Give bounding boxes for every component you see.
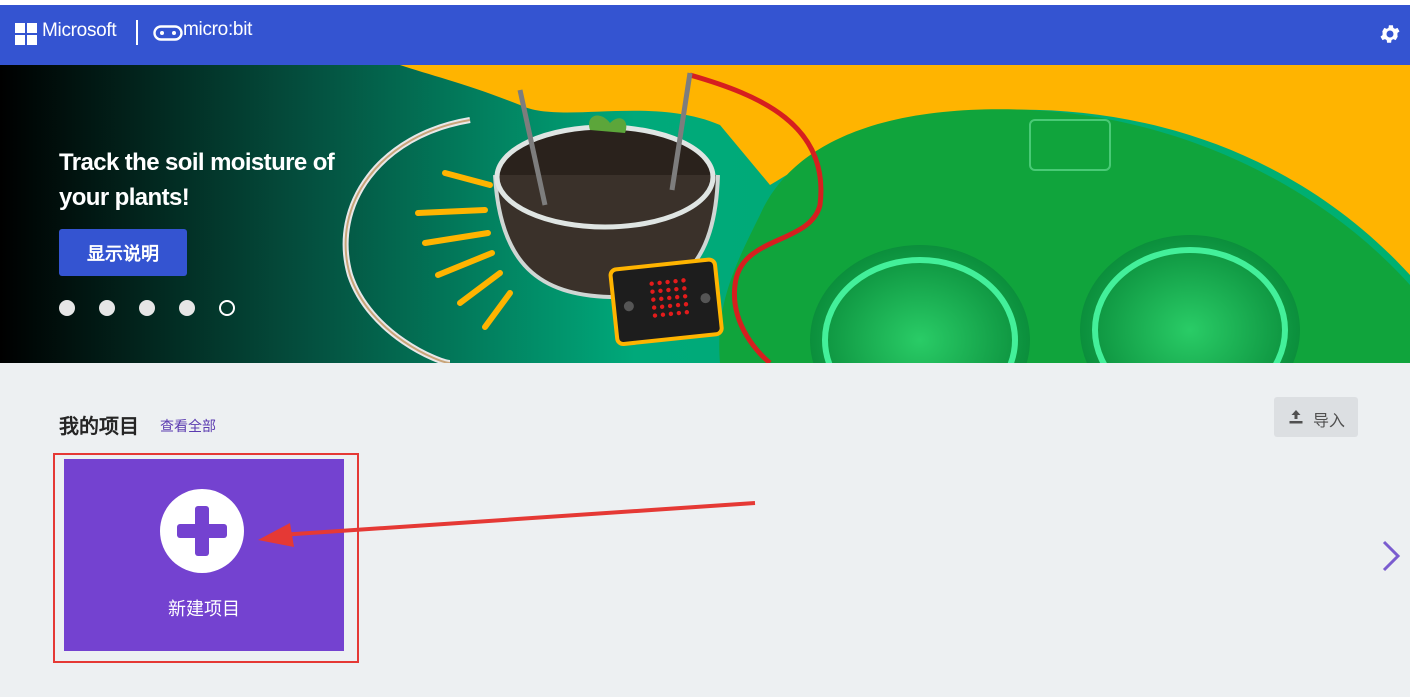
- import-button[interactable]: 导入: [1274, 397, 1358, 437]
- carousel-dot-4[interactable]: [179, 300, 195, 316]
- plus-icon: [160, 489, 244, 573]
- gear-icon[interactable]: [1378, 22, 1402, 46]
- carousel-dot-5[interactable]: [219, 300, 235, 316]
- top-header: Microsoft micro:bit: [0, 5, 1410, 65]
- hero-banner: Track the soil moisture of your plants! …: [0, 65, 1410, 363]
- my-projects-title: 我的项目: [59, 414, 139, 438]
- carousel-dot-1[interactable]: [59, 300, 75, 316]
- microsoft-logo-icon: [15, 23, 37, 45]
- carousel-dot-2[interactable]: [99, 300, 115, 316]
- upload-icon: [1289, 410, 1303, 424]
- microsoft-brand: Microsoft: [42, 20, 117, 41]
- import-label: 导入: [1313, 411, 1346, 430]
- header-divider: [136, 20, 138, 45]
- microbit-brand[interactable]: micro:bit: [183, 19, 252, 41]
- carousel-dot-3[interactable]: [139, 300, 155, 316]
- annotation-arrow: [258, 501, 756, 547]
- show-instructions-button[interactable]: 显示说明: [59, 229, 187, 276]
- hero-title: Track the soil moisture of your plants!: [59, 149, 335, 211]
- new-project-label: 新建项目: [168, 599, 240, 620]
- view-all-link[interactable]: 查看全部: [160, 416, 216, 436]
- new-project-card[interactable]: 新建项目: [64, 459, 344, 651]
- microbit-logo-icon: [153, 25, 183, 41]
- chevron-right-icon[interactable]: [1378, 538, 1404, 574]
